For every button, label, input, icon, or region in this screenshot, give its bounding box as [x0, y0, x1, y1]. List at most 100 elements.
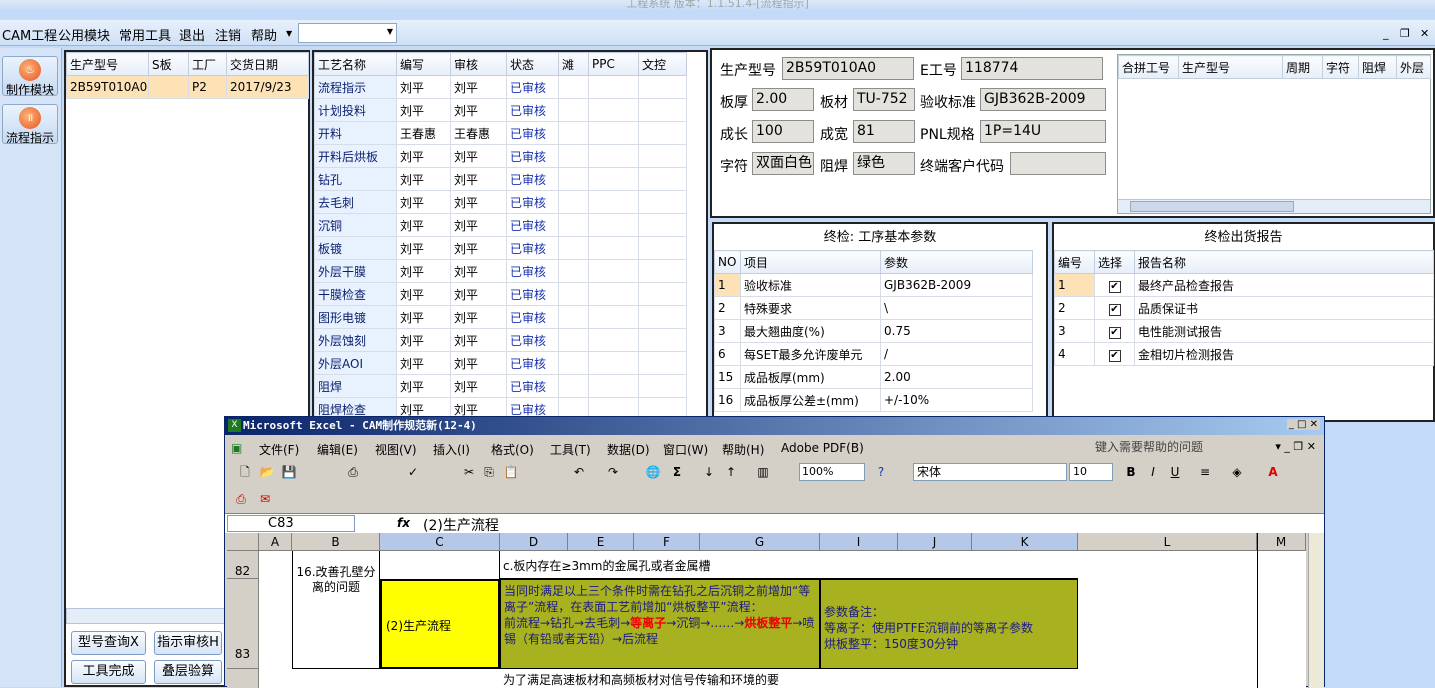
col-header[interactable]: 审核	[450, 52, 507, 76]
cell[interactable]: 刘平	[450, 374, 507, 398]
excel-menu-item[interactable]: 工具(T)	[550, 441, 591, 458]
cell[interactable]: 刘平	[396, 98, 451, 122]
cell[interactable]: 已审核	[506, 213, 559, 237]
cell[interactable]: +/-10%	[880, 388, 1033, 412]
cell-d84[interactable]: 为了满足高速板材和高频板材对信号传输和环境的要	[500, 671, 820, 687]
vertical-scrollbar[interactable]	[1308, 533, 1324, 688]
table-row[interactable]: 去毛刺 刘平 刘平 已审核	[314, 190, 687, 214]
cell[interactable]: 已审核	[506, 167, 559, 191]
cell-d82[interactable]: c.板内存在≥3mm的金属孔或者金属槽	[500, 551, 1078, 579]
help-icon[interactable]: ?	[873, 464, 889, 480]
std-field[interactable]: GJB362B-2009	[980, 88, 1106, 111]
cell[interactable]: 金相切片检测报告	[1134, 342, 1434, 366]
column-header[interactable]: D	[500, 533, 568, 551]
cell[interactable]: 成品板厚公差±(mm)	[740, 388, 881, 412]
cell[interactable]	[588, 213, 639, 237]
cell[interactable]: 成品板厚(mm)	[740, 365, 881, 389]
col-header[interactable]: 参数	[880, 250, 1033, 274]
cell[interactable]: 去毛刺	[314, 190, 397, 214]
cell-c83[interactable]: (2)生产流程	[380, 579, 500, 669]
font-color-icon[interactable]: A	[1265, 464, 1281, 480]
horizontal-scrollbar[interactable]	[66, 608, 226, 624]
table-row[interactable]: 3 最大翘曲度(%) 0.75	[714, 319, 1033, 343]
cell[interactable]: 15	[714, 365, 741, 389]
select-checkbox[interactable]: ✔	[1094, 273, 1135, 297]
col-header[interactable]: 外层	[1396, 55, 1431, 79]
cell[interactable]: 已审核	[506, 351, 559, 375]
cell[interactable]	[588, 98, 639, 122]
cell[interactable]: 刘平	[450, 259, 507, 283]
table-row[interactable]: 3 ✔ 电性能测试报告	[1054, 319, 1434, 343]
cell[interactable]	[558, 190, 589, 214]
table-row[interactable]: 1 ✔ 最终产品检查报告	[1054, 273, 1434, 297]
menu-help[interactable]: 帮助	[251, 25, 277, 44]
cell[interactable]	[558, 282, 589, 306]
cell[interactable]: 刘平	[396, 144, 451, 168]
copy-icon[interactable]: ⎘	[481, 464, 497, 480]
col-header[interactable]: NO	[714, 250, 741, 274]
cell[interactable]: 王春惠	[450, 121, 507, 145]
underline-icon[interactable]: U	[1167, 464, 1183, 480]
cell[interactable]: 刘平	[396, 259, 451, 283]
table-row[interactable]: 6 每SET最多允许废单元 /	[714, 342, 1033, 366]
zoom-select[interactable]: 100%	[799, 463, 865, 481]
cell[interactable]	[638, 144, 687, 168]
cell[interactable]	[558, 144, 589, 168]
cust-field[interactable]	[1010, 152, 1106, 175]
cell[interactable]: 阻焊	[314, 374, 397, 398]
col-header[interactable]: 生产型号	[1178, 55, 1283, 79]
excel-menu-item[interactable]: 视图(V)	[375, 441, 417, 458]
cell-i83[interactable]: 参数备注： 等离子：使用PTFE沉铜前的等离子参数 烘板整平：150度30分钟	[820, 579, 1078, 669]
cell[interactable]: 开料	[314, 121, 397, 145]
table-row[interactable]: 2 ✔ 品质保证书	[1054, 296, 1434, 320]
restore-icon[interactable]: ❐	[1400, 27, 1410, 40]
cell-d83[interactable]: 当同时满足以上三个条件时需在钻孔之后沉铜之前增加“等离子”流程，在表面工艺前增加…	[500, 579, 820, 669]
menu-logout[interactable]: 注销	[215, 25, 241, 44]
col-header[interactable]: 交货日期	[226, 52, 309, 76]
column-header[interactable]: F	[634, 533, 700, 551]
cell[interactable]	[588, 144, 639, 168]
cell[interactable]: 刘平	[396, 190, 451, 214]
cell[interactable]	[638, 213, 687, 237]
col-header[interactable]: 周期	[1282, 55, 1323, 79]
redo-icon[interactable]: ↷	[605, 464, 621, 480]
fx-icon[interactable]: fx	[397, 516, 410, 530]
col-header[interactable]: S板	[148, 52, 189, 76]
nav-process-flow[interactable]: ॥ 流程指示	[2, 104, 58, 145]
cell-c82[interactable]	[380, 551, 500, 579]
table-row[interactable]: 沉铜 刘平 刘平 已审核	[314, 213, 687, 237]
col-header[interactable]: 选择	[1094, 250, 1135, 274]
cell[interactable]	[638, 98, 687, 122]
table-row[interactable]: 外层AOI 刘平 刘平 已审核	[314, 351, 687, 375]
cell[interactable]: 外层干膜	[314, 259, 397, 283]
model-field[interactable]: 2B59T010A0	[782, 57, 914, 80]
table-row[interactable]: 2B59T010A0 P2 2017/9/23	[66, 75, 309, 99]
cell[interactable]: 已审核	[506, 121, 559, 145]
cell[interactable]: 6	[714, 342, 741, 366]
align-icon[interactable]: ≡	[1197, 464, 1213, 480]
table-row[interactable]: 干膜检查 刘平 刘平 已审核	[314, 282, 687, 306]
table-row[interactable]: 外层干膜 刘平 刘平 已审核	[314, 259, 687, 283]
help-dropdown-icon[interactable]: ▼	[286, 29, 292, 38]
cell[interactable]: 已审核	[506, 190, 559, 214]
cell[interactable]: 2	[1054, 296, 1095, 320]
cell[interactable]: 刘平	[396, 213, 451, 237]
cell[interactable]	[638, 351, 687, 375]
col-header[interactable]: 工厂	[188, 52, 227, 76]
column-header[interactable]: I	[820, 533, 898, 551]
tool-done-button[interactable]: 工具完成	[71, 660, 146, 684]
col-header[interactable]: 报告名称	[1134, 250, 1434, 274]
sum-icon[interactable]: Σ	[669, 464, 685, 480]
cell[interactable]	[588, 328, 639, 352]
review-button[interactable]: 指示审核H	[154, 631, 222, 655]
column-header[interactable]: M	[1257, 533, 1306, 551]
cell[interactable]: 刘平	[450, 213, 507, 237]
cell[interactable]	[588, 75, 639, 99]
cell[interactable]: 刘平	[450, 144, 507, 168]
cell[interactable]	[558, 167, 589, 191]
table-row[interactable]: 板镀 刘平 刘平 已审核	[314, 236, 687, 260]
italic-icon[interactable]: I	[1145, 464, 1161, 480]
cell[interactable]: 4	[1054, 342, 1095, 366]
column-header[interactable]: C	[380, 533, 500, 551]
col-header[interactable]: 工艺名称	[314, 52, 397, 76]
